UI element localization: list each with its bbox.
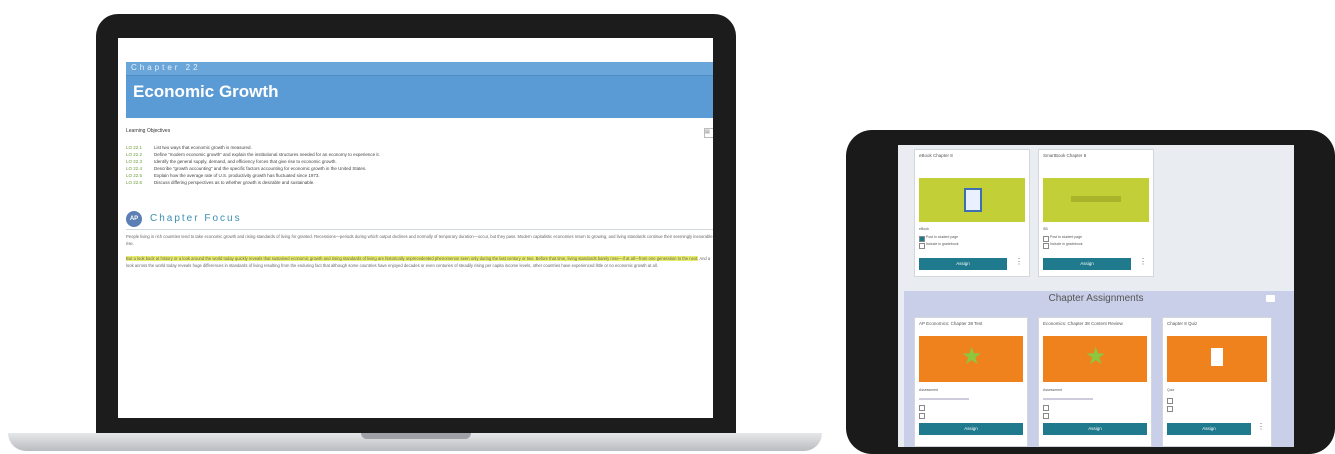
assign-button[interactable]: Assign xyxy=(919,258,1007,270)
card-meta: SB xyxy=(1043,227,1048,231)
chapter-focus-title: Chapter Focus xyxy=(150,213,242,224)
text-line xyxy=(1043,398,1093,400)
laptop-notch xyxy=(361,433,471,439)
card-meta: Quiz xyxy=(1167,388,1175,392)
checkbox[interactable] xyxy=(1167,398,1173,404)
assignment-card[interactable]: Chapter 8 Quiz Quiz Assign ⋮ xyxy=(1162,317,1272,447)
objective-item: LO 22.3 Identify the general supply, dema… xyxy=(126,159,337,164)
checkbox-label: Include in gradebook xyxy=(1050,242,1083,246)
checkbox[interactable] xyxy=(1167,406,1173,412)
book-icon xyxy=(964,188,982,212)
assign-button[interactable]: Assign xyxy=(919,423,1023,435)
card-thumbnail xyxy=(1167,336,1267,382)
assign-button[interactable]: Assign xyxy=(1043,423,1147,435)
section-title: Chapter Assignments xyxy=(1048,293,1144,304)
checkbox-label: Post to student page xyxy=(926,235,959,239)
card-title: Economics: Chapter 38 Content Review xyxy=(1043,321,1123,326)
objective-item: LO 22.4 Describe “growth accounting” and … xyxy=(126,166,367,171)
checkbox[interactable] xyxy=(919,405,925,411)
card-meta: Assessment xyxy=(919,388,939,392)
resource-card[interactable]: SmartBook Chapter 8 SB Post to student p… xyxy=(1038,149,1154,277)
card-thumbnail xyxy=(1043,178,1149,222)
divider xyxy=(126,229,713,230)
star-check-icon: ★ xyxy=(1085,343,1107,370)
card-thumbnail: ★ xyxy=(1043,336,1147,382)
assignment-card[interactable]: Economics: Chapter 38 Content Review ★ A… xyxy=(1038,317,1152,447)
highlighted-text[interactable]: But a look back at history or a look aro… xyxy=(126,256,699,261)
objective-item: LO 22.6 Discuss differing perspectives as… xyxy=(126,180,315,185)
tab-icon[interactable]: ▤ xyxy=(704,128,713,138)
more-options-icon[interactable]: ⋮ xyxy=(1139,257,1147,266)
chapter-header: Chapter 22 Economic Growth xyxy=(126,62,713,118)
checkbox[interactable] xyxy=(1043,405,1049,411)
collapse-icon[interactable] xyxy=(1266,295,1275,302)
chapter-title: Economic Growth xyxy=(133,82,279,101)
assignment-card[interactable]: AP Economics: Chapter 38 Test ★ Assessme… xyxy=(914,317,1028,447)
more-options-icon[interactable]: ⋮ xyxy=(1015,257,1023,266)
smartbook-logo-icon xyxy=(1071,196,1121,202)
card-thumbnail xyxy=(919,178,1025,222)
checkbox[interactable] xyxy=(1043,243,1049,249)
checkbox-label: Post to student page xyxy=(1050,235,1083,239)
document-icon xyxy=(1211,348,1223,366)
assign-button[interactable]: Assign xyxy=(1043,258,1131,270)
chapter-label: Chapter 22 xyxy=(131,63,201,72)
objective-item: LO 22.2 Define “modern economic growth” a… xyxy=(126,152,380,157)
card-title: Chapter 8 Quiz xyxy=(1167,321,1198,326)
more-options-icon[interactable]: ⋮ xyxy=(1257,422,1265,431)
star-check-icon: ★ xyxy=(961,343,983,370)
laptop-screen: Chapter 22 Economic Growth Learning Obje… xyxy=(118,38,713,418)
objective-item: LO 22.5 Explain how the average rate of U… xyxy=(126,173,320,178)
learning-objectives-title: Learning Objectives xyxy=(126,128,171,134)
focus-paragraph: People living in rich countries tend to … xyxy=(126,234,713,246)
card-title: eBook Chapter 8 xyxy=(919,153,953,158)
card-meta: Assessment xyxy=(1043,388,1063,392)
checkbox[interactable] xyxy=(919,236,925,242)
checkbox[interactable] xyxy=(1043,236,1049,242)
card-thumbnail: ★ xyxy=(919,336,1023,382)
focus-paragraph-highlighted: But a look back at history or a look aro… xyxy=(126,256,711,268)
objective-item: LO 22.1 List two ways that economic growt… xyxy=(126,145,252,150)
card-title: AP Economics: Chapter 38 Test xyxy=(919,321,983,326)
card-meta: eBook xyxy=(919,227,929,231)
checkbox[interactable] xyxy=(919,413,925,419)
ap-icon: AP xyxy=(126,211,142,227)
checkbox[interactable] xyxy=(1043,413,1049,419)
checkbox[interactable] xyxy=(919,243,925,249)
resource-card[interactable]: eBook Chapter 8 eBook Post to student pa… xyxy=(914,149,1030,277)
assign-button[interactable]: Assign xyxy=(1167,423,1251,435)
text-line xyxy=(919,398,969,400)
checkbox-label: Include in gradebook xyxy=(926,242,959,246)
card-title: SmartBook Chapter 8 xyxy=(1043,153,1087,158)
tablet-screen: eBook Chapter 8 eBook Post to student pa… xyxy=(898,145,1294,447)
